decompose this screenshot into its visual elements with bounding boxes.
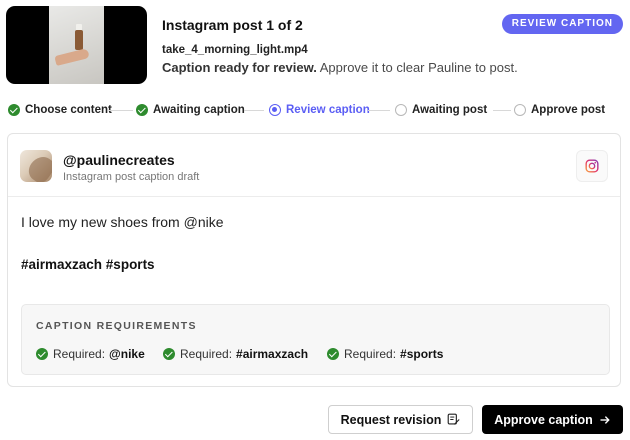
check-icon <box>36 348 48 360</box>
instagram-icon <box>585 159 599 173</box>
caption-hashtags: #airmaxzach #sports <box>21 257 155 272</box>
status-message-rest: Approve it to clear Pauline to post. <box>316 60 518 75</box>
check-icon <box>136 104 148 116</box>
step-connector <box>368 110 390 111</box>
requirement-value: @nike <box>109 347 145 361</box>
status-badge: REVIEW CAPTION <box>501 14 623 34</box>
video-thumbnail[interactable] <box>6 6 147 84</box>
requirement-prefix: Required: <box>180 347 233 361</box>
requirement-value: #airmaxzach <box>236 347 309 361</box>
step-approve-post: Approve post <box>514 102 605 118</box>
requirement-value: #sports <box>400 347 444 361</box>
empty-circle-icon <box>514 104 526 116</box>
status-message: Caption ready for review. Approve it to … <box>162 60 518 75</box>
step-connector <box>109 110 133 111</box>
arrow-right-icon <box>599 414 611 426</box>
step-awaiting-post: Awaiting post <box>395 102 487 118</box>
step-choose-content: Choose content <box>8 102 112 118</box>
step-review-caption: Review caption <box>269 102 370 118</box>
card-header: @paulinecreates Instagram post caption d… <box>8 134 620 197</box>
step-connector <box>493 110 511 111</box>
check-icon <box>327 348 339 360</box>
workflow-stepper: Choose content Awaiting caption Review c… <box>8 102 605 118</box>
request-revision-label: Request revision <box>340 412 442 427</box>
step-label: Review caption <box>286 104 370 116</box>
status-message-strong: Caption ready for review. <box>162 60 317 75</box>
caption-requirements: CAPTION REQUIREMENTS Required: @nike Req… <box>21 304 610 375</box>
edit-note-icon <box>447 413 460 426</box>
card-subtitle: Instagram post caption draft <box>63 171 200 183</box>
requirement-item: Required: #airmaxzach <box>163 347 308 361</box>
requirements-title: CAPTION REQUIREMENTS <box>36 320 197 332</box>
avatar <box>20 150 52 182</box>
requirement-prefix: Required: <box>344 347 397 361</box>
step-awaiting-caption: Awaiting caption <box>136 102 245 118</box>
caption-card: @paulinecreates Instagram post caption d… <box>7 133 621 387</box>
step-label: Choose content <box>25 104 112 116</box>
file-name: take_4_morning_light.mp4 <box>162 44 308 56</box>
step-label: Awaiting caption <box>153 104 245 116</box>
approve-caption-label: Approve caption <box>494 412 593 427</box>
current-step-icon <box>269 104 281 116</box>
step-connector <box>244 110 264 111</box>
step-label: Awaiting post <box>412 104 488 116</box>
thumbnail-image <box>49 6 104 84</box>
caption-text: I love my new shoes from @nike <box>21 214 224 230</box>
instagram-button[interactable] <box>576 150 608 182</box>
check-icon <box>163 348 175 360</box>
requirement-item: Required: @nike <box>36 347 145 361</box>
post-title: Instagram post 1 of 2 <box>162 17 303 33</box>
empty-circle-icon <box>395 104 407 116</box>
approve-caption-button[interactable]: Approve caption <box>482 405 623 434</box>
request-revision-button[interactable]: Request revision <box>328 405 473 434</box>
requirement-item: Required: #sports <box>327 347 443 361</box>
creator-handle: @paulinecreates <box>63 152 175 168</box>
check-icon <box>8 104 20 116</box>
step-label: Approve post <box>531 104 606 116</box>
requirement-prefix: Required: <box>53 347 106 361</box>
